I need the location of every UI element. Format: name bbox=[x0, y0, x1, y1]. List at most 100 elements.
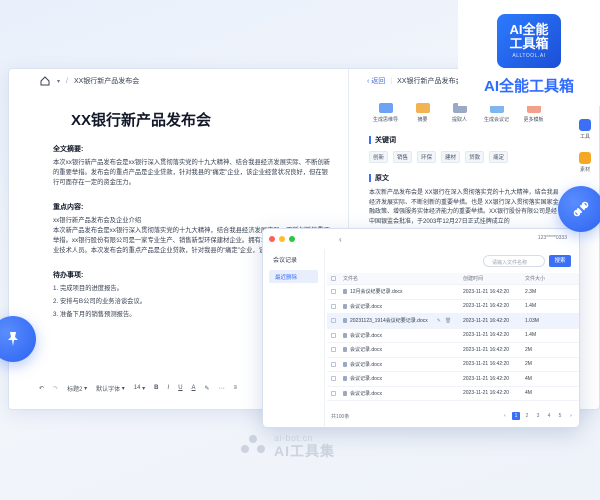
file-size: 1.4M bbox=[525, 332, 537, 339]
keyword-chip[interactable]: 贷款 bbox=[465, 151, 485, 163]
row-checkbox[interactable] bbox=[331, 289, 336, 295]
minimize-dot[interactable] bbox=[279, 236, 285, 242]
brand-name: AI全能工具箱 bbox=[483, 78, 574, 95]
file-search-input[interactable]: 请输入文件名称 bbox=[483, 255, 545, 267]
table-header: 文件名 创建时间 文件大小 bbox=[327, 273, 579, 285]
file-size: 2M bbox=[525, 361, 532, 368]
action-meeting-notes[interactable]: 生成会议记 bbox=[480, 103, 513, 123]
table-row[interactable]: 会议记录.docx 2023-11-21 16:42:20 1.4M bbox=[327, 329, 579, 343]
original-heading: 原文 bbox=[349, 173, 571, 183]
file-size: 4M bbox=[525, 375, 532, 382]
page-button[interactable]: 4 bbox=[545, 412, 553, 420]
chevron-down-icon[interactable]: ▾ bbox=[57, 78, 60, 85]
heading-select[interactable]: 标题2 ▾ bbox=[67, 384, 87, 393]
back-chevron-icon[interactable]: ‹ bbox=[339, 235, 342, 244]
page-button[interactable]: 2 bbox=[523, 412, 531, 420]
next-page-icon[interactable]: › bbox=[567, 412, 575, 420]
row-checkbox[interactable] bbox=[331, 332, 336, 338]
user-account-label[interactable]: 123*****0333 bbox=[538, 235, 567, 241]
file-size: 1.4M bbox=[525, 303, 537, 310]
file-size: 4M bbox=[525, 390, 532, 397]
more-icon[interactable]: ⋯ bbox=[219, 385, 225, 392]
file-name: 20231123_1914会议纪要记录.docx bbox=[350, 318, 428, 325]
table-row[interactable]: 会议记录.docx 2023-11-21 16:42:20 2M bbox=[327, 358, 579, 372]
back-label: 返回 bbox=[371, 78, 386, 85]
row-checkbox[interactable] bbox=[331, 318, 336, 324]
table-row[interactable]: 12月会议纪要记录.docx 2023-11-21 16:42:20 2.3M bbox=[327, 285, 579, 300]
underline-icon[interactable]: U bbox=[178, 385, 182, 391]
rail-tools[interactable]: 工具 bbox=[579, 119, 591, 140]
file-icon bbox=[343, 361, 347, 367]
table-row[interactable]: 会议记录.docx 2023-11-21 16:42:20 4M bbox=[327, 372, 579, 387]
action-label: 摘要 bbox=[417, 117, 428, 123]
keyword-chip[interactable]: 环保 bbox=[417, 151, 437, 163]
file-name: 会议记录.docx bbox=[350, 347, 382, 354]
action-label: 生成会议记 bbox=[483, 117, 509, 123]
sidebar-title[interactable]: 会议记录 bbox=[263, 249, 324, 264]
action-mindmap[interactable]: 生成思维导 bbox=[369, 103, 402, 123]
action-label: 生成思维导 bbox=[372, 117, 398, 123]
page-button[interactable]: 5 bbox=[556, 412, 564, 420]
table-row[interactable]: 会议记录.docx 2023-11-21 16:42:20 1.4M bbox=[327, 300, 579, 314]
table-row-hovered[interactable]: 20231123_1914会议纪要记录.docx ✎ 🗑 2023-11-21 16… bbox=[327, 314, 579, 329]
file-icon bbox=[343, 318, 347, 324]
brand-logo: AI全能 工具箱 ALLTOOL.AI bbox=[497, 14, 561, 68]
font-select-value: 默认字体 bbox=[96, 386, 121, 393]
keyword-chip[interactable]: 痛定 bbox=[489, 151, 509, 163]
brand-logo-subtext: ALLTOOL.AI bbox=[512, 53, 546, 59]
maximize-dot[interactable] bbox=[289, 236, 295, 242]
file-list-area: 请输入文件名称 搜索 文件名 创建时间 文件大小 12月会议纪要记录.docx … bbox=[327, 249, 579, 427]
column-header: 创建时间 bbox=[463, 276, 484, 282]
search-button[interactable]: 搜索 bbox=[549, 255, 571, 267]
keyword-chip[interactable]: 创新 bbox=[369, 151, 389, 163]
prev-page-icon[interactable]: ‹ bbox=[501, 412, 509, 420]
back-link[interactable]: ‹ 返回 bbox=[367, 76, 385, 86]
action-summary[interactable]: 摘要 bbox=[406, 103, 439, 123]
file-name: 会议记录.docx bbox=[350, 376, 382, 383]
row-checkbox[interactable] bbox=[331, 376, 336, 382]
watermark-logo-icon bbox=[241, 435, 265, 453]
column-header: 文件大小 bbox=[525, 276, 546, 282]
keyword-chip[interactable]: 销售 bbox=[393, 151, 413, 163]
action-extract[interactable]: 提取人 bbox=[443, 103, 476, 123]
file-time: 2023-11-21 16:42:20 bbox=[463, 317, 510, 324]
editor-header: ▾ / XX银行新产品发布会 bbox=[9, 69, 348, 93]
mindmap-icon bbox=[378, 103, 393, 113]
edit-icon[interactable]: ✎ bbox=[437, 318, 441, 324]
row-checkbox[interactable] bbox=[331, 390, 336, 396]
original-heading-label: 原文 bbox=[375, 175, 389, 182]
action-more-templates[interactable]: 更多模板 bbox=[517, 103, 550, 123]
page-button[interactable]: 3 bbox=[534, 412, 542, 420]
highlight-icon[interactable]: ✎ bbox=[205, 385, 210, 392]
close-dot[interactable] bbox=[269, 236, 275, 242]
key-content-heading: 重点内容: bbox=[53, 204, 84, 211]
font-select[interactable]: 默认字体 ▾ bbox=[96, 384, 125, 393]
editor-tab-title[interactable]: XX银行新产品发布会 bbox=[74, 76, 139, 86]
redo-icon[interactable]: ↷ bbox=[53, 385, 58, 392]
italic-icon[interactable]: I bbox=[168, 385, 170, 391]
font-size-value: 14 bbox=[133, 385, 141, 391]
home-icon[interactable] bbox=[39, 75, 51, 87]
font-size-select[interactable]: 14 ▾ bbox=[134, 385, 145, 392]
table-row[interactable]: 会议记录.docx 2023-11-21 16:42:20 2M bbox=[327, 343, 579, 358]
row-checkbox[interactable] bbox=[331, 361, 336, 367]
list-icon[interactable]: ≡ bbox=[234, 385, 238, 391]
floating-link-button[interactable] bbox=[558, 186, 600, 232]
file-time: 2023-11-21 16:42:20 bbox=[463, 288, 510, 295]
keyword-chip[interactable]: 建材 bbox=[441, 151, 461, 163]
font-color-icon[interactable]: A bbox=[192, 385, 196, 391]
rail-materials[interactable]: 素材 bbox=[579, 152, 591, 173]
bold-icon[interactable]: B bbox=[154, 385, 158, 391]
select-all-checkbox[interactable] bbox=[331, 276, 336, 281]
table-row[interactable]: 会议记录.docx 2023-11-21 16:42:20 4M bbox=[327, 387, 579, 401]
file-time: 2023-11-21 16:42:20 bbox=[463, 375, 510, 382]
file-manager-window: ‹ 123*****0333 会议记录 最近删除 请输入文件名称 搜索 文件名 … bbox=[262, 228, 580, 428]
undo-icon[interactable]: ↶ bbox=[39, 385, 44, 392]
sidebar-item-recently-deleted[interactable]: 最近删除 bbox=[269, 270, 318, 283]
watermark-name: AI工具集 bbox=[274, 443, 335, 459]
delete-icon[interactable]: 🗑 bbox=[445, 318, 451, 324]
row-checkbox[interactable] bbox=[331, 347, 336, 353]
page-button-active[interactable]: 1 bbox=[512, 412, 520, 420]
rail-label: 工具 bbox=[579, 134, 590, 140]
row-checkbox[interactable] bbox=[331, 303, 336, 309]
